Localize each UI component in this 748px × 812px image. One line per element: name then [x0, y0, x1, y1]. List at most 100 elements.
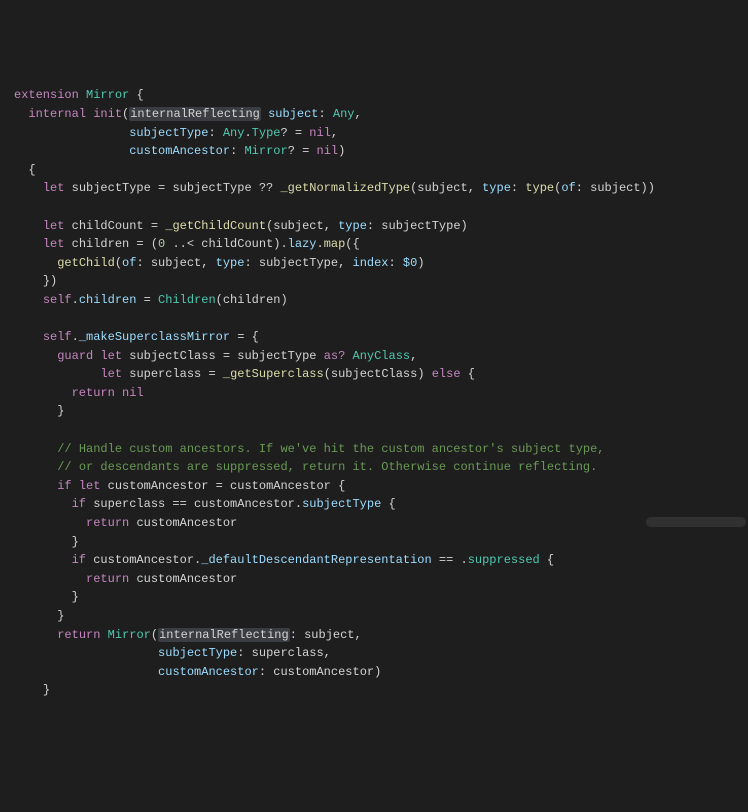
code-editor[interactable]: extension Mirror { internal init(interna…	[14, 86, 734, 700]
indent-guide	[14, 628, 57, 642]
token-punct: {	[461, 367, 475, 381]
code-line[interactable]: extension Mirror {	[14, 86, 734, 105]
code-line[interactable]: {	[14, 161, 734, 180]
token-param: of	[122, 256, 136, 270]
token-param: type	[216, 256, 245, 270]
code-line[interactable]: return customAncestor	[14, 514, 734, 533]
token-punct: : subjectType,	[244, 256, 352, 270]
code-line[interactable]: if superclass == customAncestor.subjectT…	[14, 495, 734, 514]
token-prop: _defaultDescendantRepresentation	[201, 553, 431, 567]
token-kw-type: Mirror	[86, 88, 129, 102]
token-punct: : subject))	[576, 181, 655, 195]
indent-guide	[14, 535, 72, 549]
indent-guide	[14, 219, 43, 233]
code-line[interactable]: if let customAncestor = customAncestor {	[14, 477, 734, 496]
token-sp	[14, 200, 21, 214]
token-kw-decl: let	[100, 367, 122, 381]
token-sp	[100, 628, 107, 642]
code-line[interactable]: self.children = Children(children)	[14, 291, 734, 310]
token-punct: = {	[230, 330, 259, 344]
token-kw-type: Any	[223, 126, 245, 140]
code-line[interactable]: }	[14, 533, 734, 552]
token-kw-decl: else	[432, 367, 461, 381]
token-param: subject	[268, 107, 318, 121]
token-ident: .	[316, 237, 323, 251]
indent-guide	[14, 683, 43, 697]
token-punct: : superclass,	[237, 646, 331, 660]
token-punct: :	[230, 144, 244, 158]
code-line[interactable]	[14, 198, 734, 217]
code-line[interactable]: }	[14, 681, 734, 700]
code-line[interactable]: guard let subjectClass = subjectType as?…	[14, 347, 734, 366]
token-punct: }	[57, 609, 64, 623]
code-line[interactable]: return nil	[14, 384, 734, 403]
token-param: subjectType	[129, 126, 208, 140]
token-punct: ,	[355, 107, 362, 121]
token-param: type	[338, 219, 367, 233]
token-lit-nil: nil	[122, 386, 144, 400]
code-line[interactable]: // Handle custom ancestors. If we've hit…	[14, 440, 734, 459]
token-punct: :	[318, 107, 332, 121]
code-line[interactable]: getChild(of: subject, type: subjectType,…	[14, 254, 734, 273]
token-param: customAncestor	[158, 665, 259, 679]
token-kw-decl: extension	[14, 88, 79, 102]
token-kw-decl: as?	[324, 349, 346, 363]
token-kw-decl: let	[79, 479, 101, 493]
horizontal-scrollbar-thumb[interactable]	[646, 517, 746, 527]
token-punct: ({	[345, 237, 359, 251]
code-line[interactable]: self._makeSuperclassMirror = {	[14, 328, 734, 347]
code-line[interactable]: customAncestor: Mirror? = nil)	[14, 142, 734, 161]
code-line[interactable]: let superclass = _getSuperclass(subjectC…	[14, 365, 734, 384]
token-sp	[115, 386, 122, 400]
token-punct: }	[72, 590, 79, 604]
token-sp	[72, 479, 79, 493]
code-line[interactable]: })	[14, 272, 734, 291]
code-line[interactable]: if customAncestor._defaultDescendantRepr…	[14, 551, 734, 570]
token-punct: :	[208, 126, 222, 140]
token-param: customAncestor	[129, 144, 230, 158]
indent-guide	[14, 126, 28, 140]
token-punct: :	[511, 181, 525, 195]
code-line[interactable]: let subjectType = subjectType ?? _getNor…	[14, 179, 734, 198]
token-kw-decl: let	[100, 349, 122, 363]
code-line[interactable]: }	[14, 588, 734, 607]
code-line[interactable]: subjectType: Any.Type? = nil,	[14, 124, 734, 143]
token-sp	[79, 88, 86, 102]
token-punct: (children)	[216, 293, 288, 307]
token-sp	[64, 219, 71, 233]
indent-guide	[14, 442, 57, 456]
code-line[interactable]: let childCount = _getChildCount(subject,…	[14, 217, 734, 236]
token-pad	[28, 126, 129, 140]
token-param: of	[561, 181, 575, 195]
indent-guide	[14, 144, 28, 158]
code-line[interactable]: return Mirror(internalReflecting: subjec…	[14, 626, 734, 645]
indent-guide	[14, 609, 57, 623]
token-ident: superclass =	[129, 367, 223, 381]
token-sp	[261, 107, 268, 121]
code-line[interactable]: }	[14, 402, 734, 421]
code-line[interactable]: customAncestor: customAncestor)	[14, 663, 734, 682]
token-ident: == .	[432, 553, 468, 567]
code-line[interactable]	[14, 421, 734, 440]
token-kw-decl: let	[43, 237, 65, 251]
code-line[interactable]: subjectType: superclass,	[14, 644, 734, 663]
code-line[interactable]	[14, 310, 734, 329]
token-kw-decl: return	[86, 516, 129, 530]
token-prop: lazy	[288, 237, 317, 251]
code-line[interactable]: }	[14, 607, 734, 626]
code-line[interactable]: let children = (0 ..< childCount).lazy.m…	[14, 235, 734, 254]
code-line[interactable]: internal init(internalReflecting subject…	[14, 105, 734, 124]
indent-guide	[14, 460, 57, 474]
token-pad	[28, 144, 129, 158]
code-line[interactable]: // or descendants are suppressed, return…	[14, 458, 734, 477]
indent-guide	[14, 665, 57, 679]
token-pad	[57, 646, 158, 660]
token-ident: customAncestor = customAncestor {	[108, 479, 346, 493]
token-punct: : customAncestor)	[259, 665, 381, 679]
indent-guide	[14, 590, 72, 604]
token-prop: subjectType	[302, 497, 381, 511]
token-param: type	[482, 181, 511, 195]
code-line[interactable]: return customAncestor	[14, 570, 734, 589]
token-kw-type: Children	[158, 293, 216, 307]
token-ident: subjectType = subjectType ??	[72, 181, 281, 195]
